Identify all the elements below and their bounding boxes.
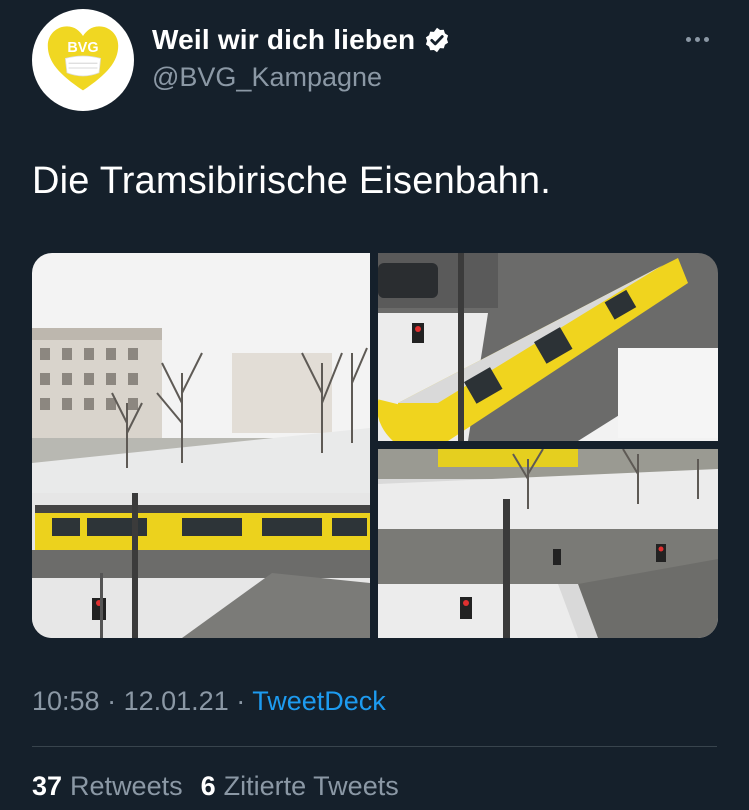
- media-grid: [32, 253, 718, 638]
- more-options-icon[interactable]: [681, 24, 713, 54]
- photo-tram-aerial[interactable]: [378, 253, 718, 441]
- photo-tram-snowy-square[interactable]: [32, 253, 370, 638]
- display-name[interactable]: Weil wir dich lieben: [152, 24, 415, 56]
- retweets-label: Retweets: [70, 771, 183, 801]
- quotes-count: 6: [200, 771, 216, 801]
- retweets-count: 37: [32, 771, 63, 801]
- tweet-source-link[interactable]: TweetDeck: [252, 686, 386, 716]
- bvg-heart-logo-icon: BVG: [47, 26, 119, 91]
- quotes-label: Zitierte Tweets: [223, 771, 399, 801]
- meta-separator: ·: [107, 686, 117, 716]
- author-handle[interactable]: @BVG_Kampagne: [152, 62, 382, 93]
- verified-badge-icon: [426, 27, 449, 53]
- quote-tweets-stat[interactable]: 6 Zitierte Tweets: [201, 771, 399, 802]
- retweets-stat[interactable]: 37 Retweets: [32, 771, 183, 802]
- photo-snowy-intersection[interactable]: [378, 449, 718, 638]
- author-name-row[interactable]: Weil wir dich lieben: [152, 24, 451, 56]
- tweet-meta: 10:58 · 12.01.21 · TweetDeck: [32, 686, 386, 717]
- tweet-time[interactable]: 10:58: [32, 686, 100, 716]
- divider: [32, 746, 717, 747]
- tweet-stats: 37 Retweets 6 Zitierte Tweets: [32, 771, 399, 802]
- avatar-logo-text: BVG: [67, 40, 98, 56]
- avatar[interactable]: BVG: [32, 9, 134, 111]
- tweet-date[interactable]: 12.01.21: [124, 686, 229, 716]
- tweet-text: Die Tramsibirische Eisenbahn.: [32, 160, 552, 202]
- meta-separator: ·: [236, 686, 246, 716]
